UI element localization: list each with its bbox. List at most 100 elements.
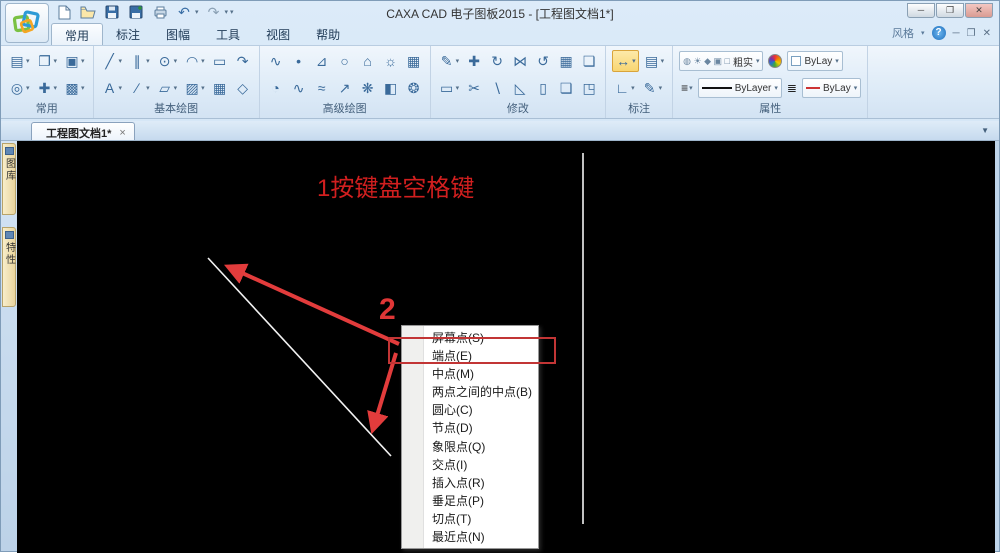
paste-button[interactable]: ▤ ▾ [7,50,32,72]
linetype-combo[interactable]: ByLayer ▾ [697,78,782,98]
erase-button[interactable]: ✎ ▾ [437,50,462,72]
crop-button[interactable]: ▦ [210,77,230,99]
open-file-button[interactable] [79,3,97,21]
ribbon-tab[interactable]: 图幅 [153,23,203,45]
rotate-button[interactable]: ↻ [487,50,507,72]
minimize-button[interactable]: ─ [907,3,935,18]
hole-button[interactable]: ◧ [381,77,401,99]
pie-button[interactable]: ◔ [266,77,286,99]
rectangle-button[interactable]: ▭ [210,50,230,72]
ribbon-tab[interactable]: 常用 [51,23,104,45]
edit-dim-button[interactable]: ✎ ▾ [640,77,665,99]
select-button[interactable]: ▭ ▾ [437,77,462,99]
offset-button[interactable]: ❏ [579,50,599,72]
width-combo[interactable]: ByLay ▾ [801,78,862,98]
centerline-button[interactable]: ∕ ▾ [127,77,152,99]
sidebar-tab[interactable]: 特性 [2,227,16,307]
undo-dropdown-icon[interactable]: ▾ [195,8,199,16]
menu-item[interactable]: 端点(E) [402,346,538,364]
ribbon-tab[interactable]: 帮助 [303,23,353,45]
menu-item[interactable]: 两点之间的中点(B) [402,383,538,401]
help-icon[interactable]: ? [931,26,946,40]
doc-close-button[interactable]: ✕ [983,28,991,39]
new-file-button[interactable] [55,3,73,21]
save-button[interactable] [103,3,121,21]
save-as-button[interactable] [127,3,145,21]
copy-button[interactable]: ❐ ▾ [35,50,60,72]
line-button[interactable]: ╱ ▾ [100,50,125,72]
menu-item[interactable]: 垂足点(P) [402,492,538,510]
tabbar-overflow-icon[interactable]: ▼ [981,126,989,135]
drawing-canvas[interactable]: 1按键盘空格键 2 屏幕点(S) 端点(E) 中点(M) 两点之间的中点(B) 圆心(C… [17,141,995,553]
parallel-button[interactable]: ∥ ▾ [127,50,152,72]
hatchlines-button[interactable]: ≣ [785,77,799,99]
arrow-draw-button[interactable]: ↗ [335,77,355,99]
document-tab[interactable]: 工程图文档1* × [31,122,135,140]
layer-combo[interactable]: ◍ ☀ ◆ ▣ □ 粗实 ▾ [679,51,764,71]
menu-item[interactable]: 最近点(N) [402,528,538,546]
arc-button[interactable]: ◠ ▾ [182,50,207,72]
region-button[interactable]: ◇ [233,77,253,99]
ribbon-tab[interactable]: 标注 [103,23,153,45]
text-button[interactable]: A ▾ [100,77,125,99]
style-dropdown[interactable]: 风格 [892,25,914,41]
spline-button[interactable]: ∿ [266,50,286,72]
hatch-button[interactable]: ▨ ▾ [182,77,207,99]
doc-restore-button[interactable]: ❐ [967,28,976,39]
print-button[interactable] [151,3,169,21]
tab-close-icon[interactable]: × [119,127,125,139]
style-dropdown-icon[interactable]: ▾ [921,29,925,37]
point-button[interactable]: • [289,50,309,72]
menu-item[interactable]: 象限点(Q) [402,437,538,455]
width-dropdown-icon[interactable]: ▾ [854,84,858,92]
text-dim-button[interactable]: ▤ ▾ [642,50,667,72]
chamfer-button[interactable]: ◺ [510,77,530,99]
ribbon-tab[interactable]: 视图 [253,23,303,45]
block-button[interactable]: ▱ ▾ [155,77,180,99]
color-picker-button[interactable] [766,50,784,72]
sample-button[interactable]: ≈ [312,77,332,99]
corner-button[interactable]: ◳ [579,77,599,99]
gear-button[interactable]: ☼ [381,50,401,72]
wave-button[interactable]: ∿ [289,77,309,99]
polygon-button[interactable]: ⌂ [358,50,378,72]
menu-item[interactable]: 圆心(C) [402,401,538,419]
restore-button[interactable]: ❐ [936,3,964,18]
doc-minimize-button[interactable]: ─ [953,28,960,39]
circular-array-button[interactable]: ↺ [533,50,553,72]
contour-button[interactable]: ❋ [358,77,378,99]
trim-button[interactable]: ✂ [464,77,484,99]
menu-item[interactable]: 切点(T) [402,510,538,528]
extend-button[interactable]: ∖ [487,77,507,99]
ellipse-button[interactable]: ○ [335,50,355,72]
angleline-button[interactable]: ⊿ [312,50,332,72]
menu-item[interactable]: 屏幕点(S) [402,328,538,346]
linetype-dropdown-icon[interactable]: ▾ [774,84,778,92]
qat-overflow-icon[interactable]: ▾ [230,8,234,16]
revolve-button[interactable]: ↷ [233,50,253,72]
pan-button[interactable]: ✚ ▾ [35,77,60,99]
redo-dropdown-icon[interactable]: ▾ [225,8,229,16]
formula-button[interactable]: ▦ [404,50,424,72]
copy-stack-button[interactable]: ❏ [556,77,576,99]
menu-item[interactable]: 插入点(R) [402,473,538,491]
undo-button[interactable]: ↶ [175,3,193,21]
circle-button[interactable]: ⊙ ▾ [155,50,180,72]
fill-button[interactable]: ▩ ▾ [62,77,87,99]
menu-item[interactable]: 中点(M) [402,364,538,382]
coord-dim-button[interactable]: ∟ ▾ [612,77,637,99]
redo-button[interactable]: ↷ [205,3,223,21]
dimension-button[interactable]: ↔ ▾ [612,50,639,72]
ribbon-tab[interactable]: 工具 [203,23,253,45]
stretch-button[interactable]: ▯ [533,77,553,99]
menu-item[interactable]: 节点(D) [402,419,538,437]
zoom-button[interactable]: ◎ ▾ [7,77,32,99]
color-dropdown-icon[interactable]: ▾ [835,57,839,65]
color-combo[interactable]: ByLay ▾ [787,51,843,71]
sidebar-tab[interactable]: 图库 [2,143,16,215]
close-button[interactable]: ✕ [965,3,993,18]
layer-dropdown-icon[interactable]: ▾ [756,57,760,65]
cloud-button[interactable]: ❂ [404,77,424,99]
move-button[interactable]: ✚ [464,50,484,72]
array-button[interactable]: ▦ [556,50,576,72]
